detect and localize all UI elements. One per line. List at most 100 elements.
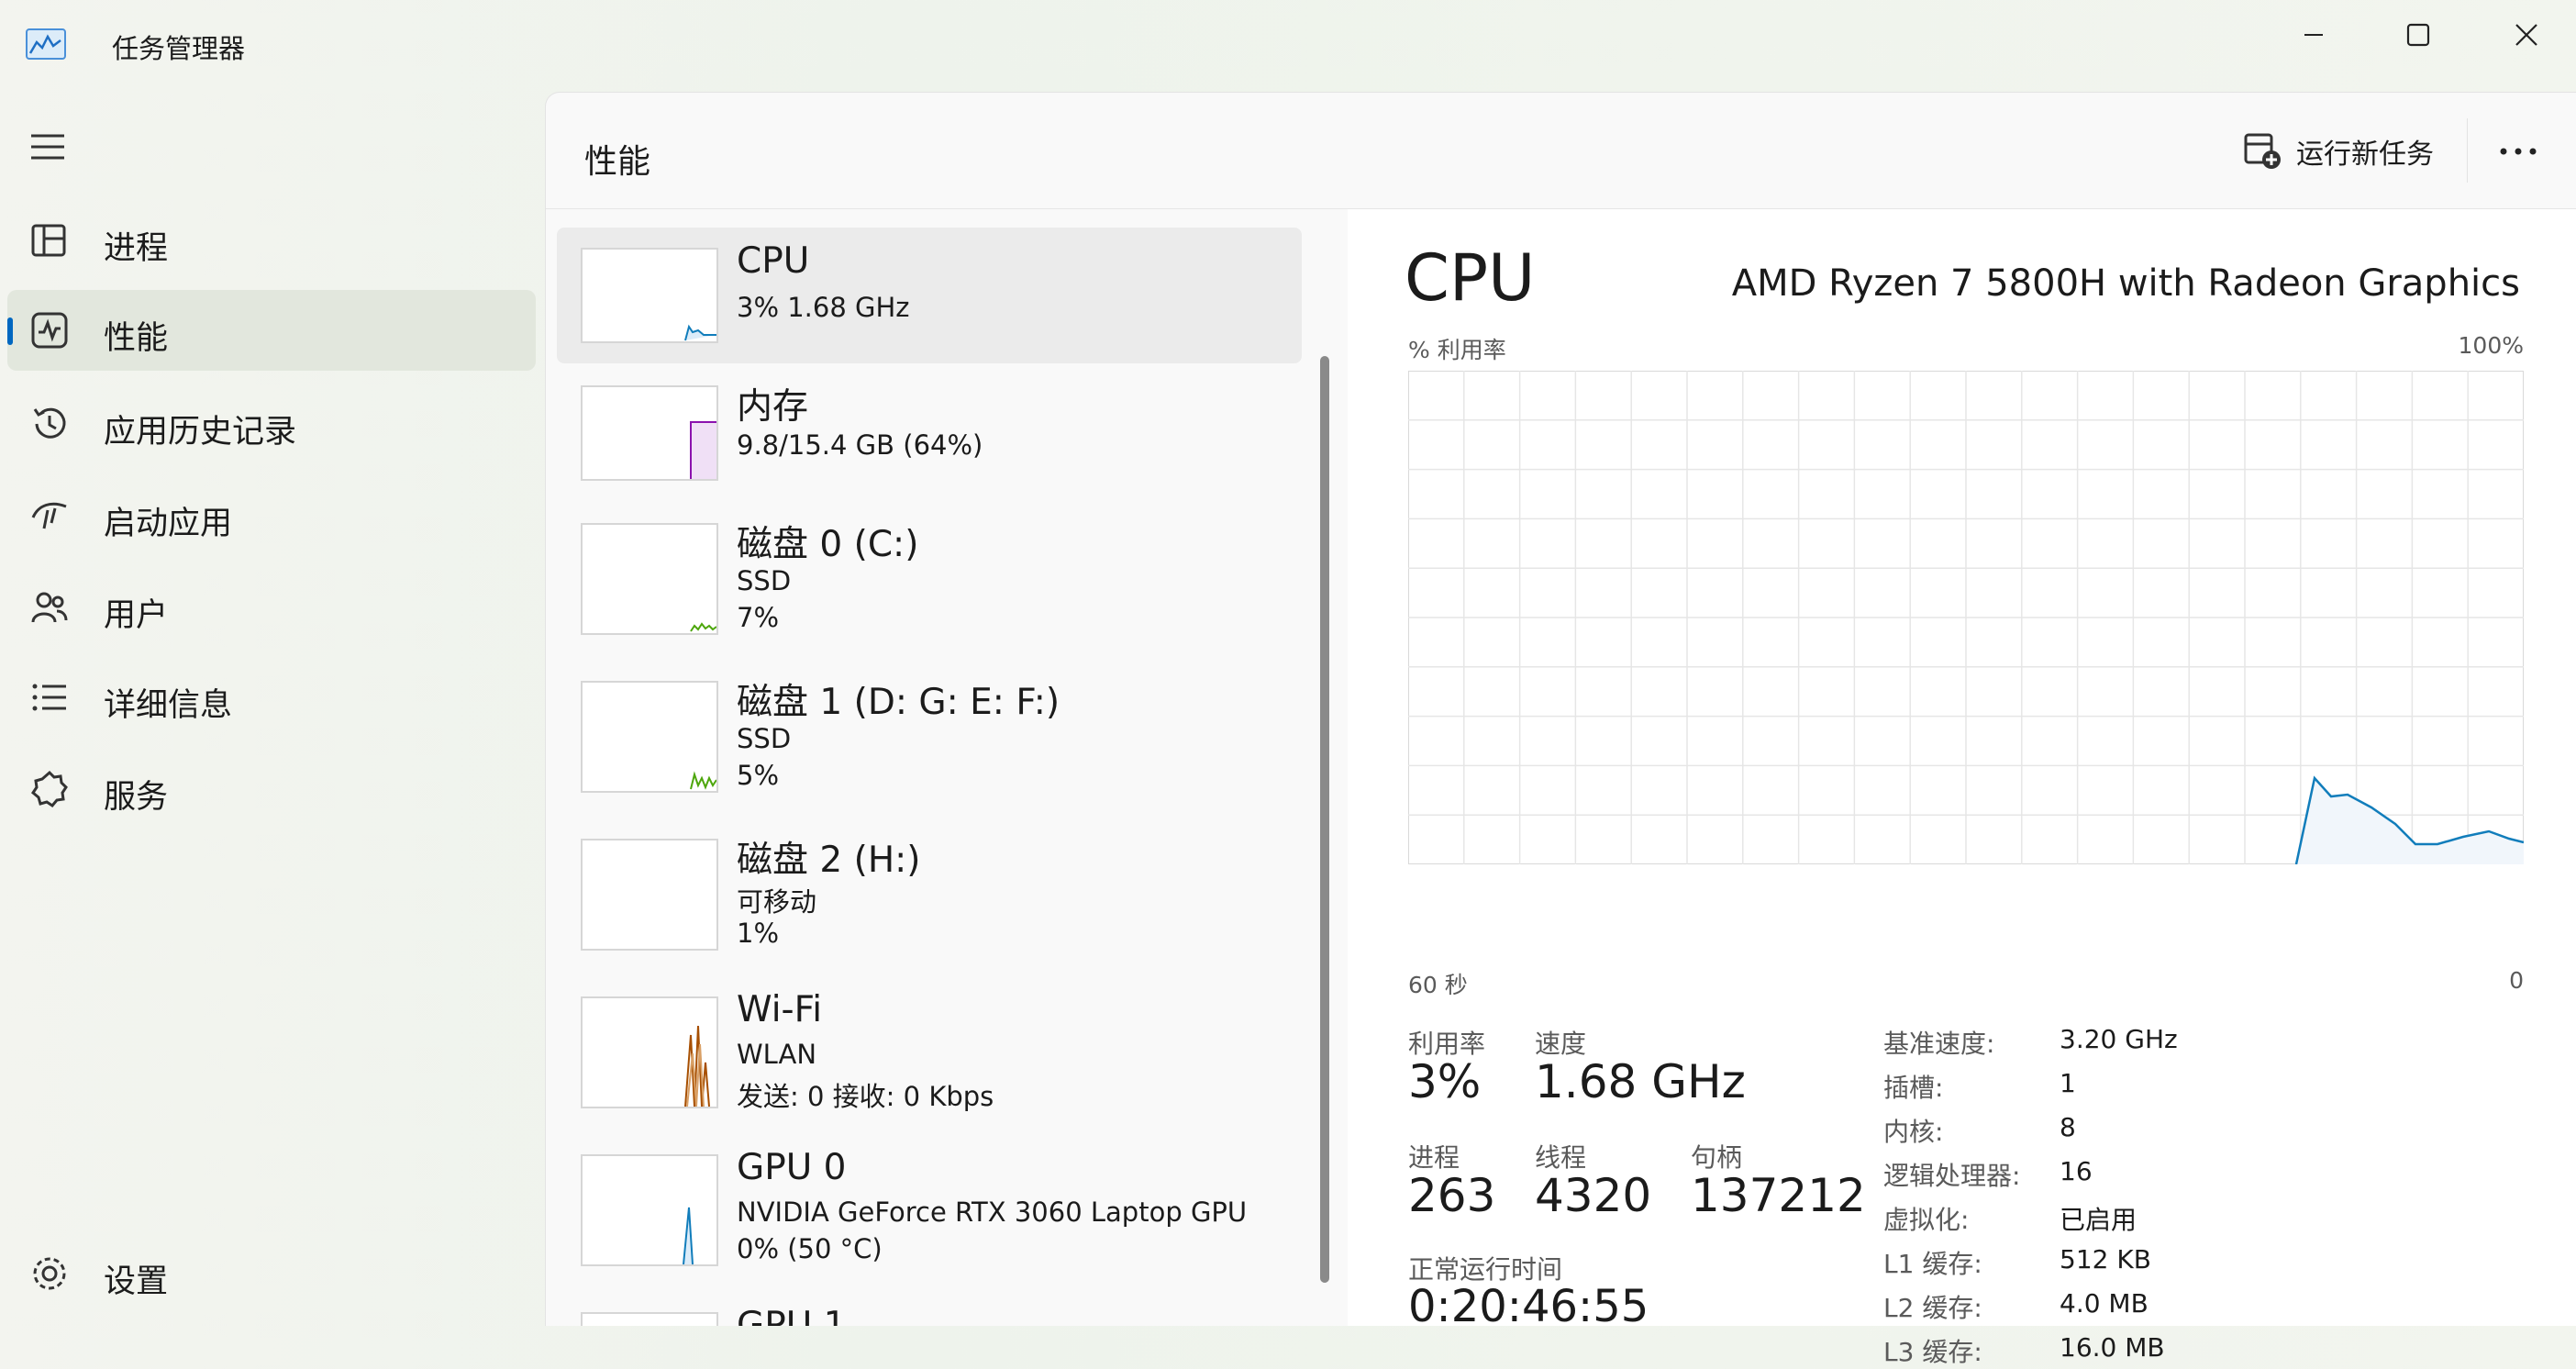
details-icon — [29, 677, 70, 718]
nav-item-processes[interactable]: 进程 — [7, 200, 536, 281]
spec-value: 512 KB — [2060, 1244, 2151, 1274]
nav-item-users[interactable]: 用户 — [7, 567, 536, 648]
resource-title: CPU — [737, 240, 810, 282]
spec-key: 基准速度: — [1883, 1029, 1995, 1059]
detail-title: CPU — [1405, 240, 1536, 316]
resource-item-wifi[interactable]: Wi-Fi WLAN 发送: 0 接收: 0 Kbps — [557, 976, 1302, 1112]
more-options-button[interactable] — [2489, 126, 2548, 177]
resource-line1: 9.8/15.4 GB (64%) — [737, 429, 983, 461]
nav-label-settings: 设置 — [104, 1263, 169, 1300]
spec-value: 16.0 MB — [2060, 1332, 2165, 1363]
cpu-thumbnail-graph — [581, 248, 718, 343]
resource-list: CPU 3% 1.68 GHz 内存 9.8/15.4 GB (64%) 磁盘 … — [546, 209, 1329, 1326]
nav-item-settings[interactable]: 设置 — [7, 1233, 536, 1314]
nav-label-users: 用户 — [104, 597, 169, 634]
task-manager-icon — [26, 28, 66, 61]
processes-value: 263 — [1408, 1169, 1496, 1222]
header-divider — [2467, 118, 2468, 183]
resource-line2: 0% (50 °C) — [737, 1233, 883, 1264]
disk1-thumbnail-graph — [581, 681, 718, 793]
cpu-detail-panel: CPU AMD Ryzen 7 5800H with Radeon Graphi… — [1348, 209, 2576, 1367]
maximize-button[interactable] — [2372, 7, 2464, 62]
resource-item-memory[interactable]: 内存 9.8/15.4 GB (64%) — [557, 365, 1302, 501]
run-task-icon — [2244, 133, 2281, 169]
resource-title: 内存 — [737, 386, 809, 428]
settings-gear-icon — [29, 1253, 70, 1294]
spec-key: L2 缓存: — [1883, 1293, 1982, 1323]
window-title: 任务管理器 — [112, 33, 246, 64]
resource-line1: NVIDIA GeForce RTX 3060 Laptop GPU — [737, 1196, 1248, 1228]
resource-line1: SSD — [737, 723, 792, 754]
resource-title: GPU 0 — [737, 1147, 847, 1188]
resource-item-disk-2[interactable]: 磁盘 2 (H:) 可移动 1% — [557, 818, 1302, 954]
history-icon — [29, 404, 70, 444]
resource-line1: 3% 1.68 GHz — [737, 292, 910, 323]
minimize-icon — [2304, 34, 2323, 36]
resource-line2: 7% — [737, 602, 780, 633]
gpu1-thumbnail-graph — [581, 1312, 718, 1326]
close-button[interactable] — [2481, 7, 2572, 62]
nav-item-details[interactable]: 详细信息 — [7, 657, 536, 738]
resource-title: GPU 1 — [737, 1305, 847, 1326]
graph-grid — [1408, 371, 2524, 864]
disk0-thumbnail-graph — [581, 523, 718, 635]
resource-item-disk-0[interactable]: 磁盘 0 (C:) SSD 7% — [557, 503, 1302, 639]
resource-line1: 可移动 — [737, 886, 817, 918]
resource-line1: WLAN — [737, 1039, 817, 1070]
resource-list-scrollbar[interactable] — [1320, 356, 1329, 1283]
nav-item-performance[interactable]: 性能 — [7, 290, 536, 371]
nav-item-startup-apps[interactable]: 启动应用 — [7, 475, 536, 556]
resource-item-gpu-1[interactable]: GPU 1 — [557, 1292, 1302, 1326]
graph-y-label: % 利用率 — [1408, 337, 1506, 363]
speed-value: 1.68 GHz — [1535, 1055, 1746, 1108]
run-new-task-button[interactable]: 运行新任务 — [2243, 126, 2434, 177]
title-bar: 任务管理器 — [0, 0, 2576, 92]
spec-key: 逻辑处理器: — [1883, 1161, 2021, 1191]
resource-item-cpu[interactable]: CPU 3% 1.68 GHz — [557, 228, 1302, 363]
wifi-thumbnail-graph — [581, 996, 718, 1108]
resource-line2: 5% — [737, 760, 780, 791]
hamburger-menu-button[interactable] — [28, 128, 72, 171]
users-icon — [29, 587, 70, 628]
processes-icon — [29, 220, 70, 261]
nav-item-app-history[interactable]: 应用历史记录 — [7, 384, 536, 464]
page-title: 性能 — [584, 143, 651, 181]
spec-key: 插槽: — [1883, 1073, 1944, 1103]
hamburger-icon — [31, 134, 64, 160]
maximize-icon — [2406, 23, 2430, 47]
more-icon — [2500, 148, 2537, 155]
page-header: 性能 运行新任务 — [546, 93, 2576, 209]
resource-title: 磁盘 0 (C:) — [737, 524, 919, 565]
spec-value: 3.20 GHz — [2060, 1024, 2178, 1054]
cpu-model-name: AMD Ryzen 7 5800H with Radeon Graphics — [1731, 262, 2520, 305]
nav-label-processes: 进程 — [104, 230, 169, 267]
nav-label-app-history: 应用历史记录 — [104, 414, 297, 451]
utilization-value: 3% — [1408, 1055, 1482, 1108]
resource-title: 磁盘 1 (D: G: E: F:) — [737, 682, 1060, 723]
spec-value: 8 — [2060, 1112, 2076, 1142]
resource-title: Wi-Fi — [737, 989, 823, 1030]
spec-key: 内核: — [1883, 1117, 1944, 1147]
spec-key: L1 缓存: — [1883, 1249, 1982, 1279]
resource-line2: 1% — [737, 918, 780, 949]
spec-key: L3 缓存: — [1883, 1337, 1982, 1367]
nav-label-performance: 性能 — [104, 320, 169, 357]
graph-zero-label: 0 — [2509, 967, 2524, 994]
nav-item-services[interactable]: 服务 — [7, 749, 536, 829]
close-icon — [2515, 24, 2537, 46]
resource-line2: 发送: 0 接收: 0 Kbps — [737, 1081, 994, 1112]
spec-value: 16 — [2060, 1156, 2093, 1186]
main-panel: 性能 运行新任务 CPU 3% 1.68 GHz 内存 9.8/15.4 GB … — [545, 92, 2576, 1367]
resource-item-disk-1[interactable]: 磁盘 1 (D: G: E: F:) SSD 5% — [557, 661, 1302, 796]
minimize-button[interactable] — [2268, 7, 2359, 62]
active-indicator — [7, 317, 13, 345]
nav-label-startup-apps: 启动应用 — [104, 506, 233, 542]
resource-item-gpu-0[interactable]: GPU 0 NVIDIA GeForce RTX 3060 Laptop GPU… — [557, 1134, 1302, 1270]
services-icon — [29, 769, 70, 809]
resource-line1: SSD — [737, 565, 792, 596]
disk2-thumbnail-graph — [581, 839, 718, 951]
performance-icon — [29, 310, 70, 351]
cpu-utilization-graph — [1408, 371, 2524, 864]
nav-label-services: 服务 — [104, 779, 169, 816]
nav-label-details: 详细信息 — [104, 687, 233, 724]
